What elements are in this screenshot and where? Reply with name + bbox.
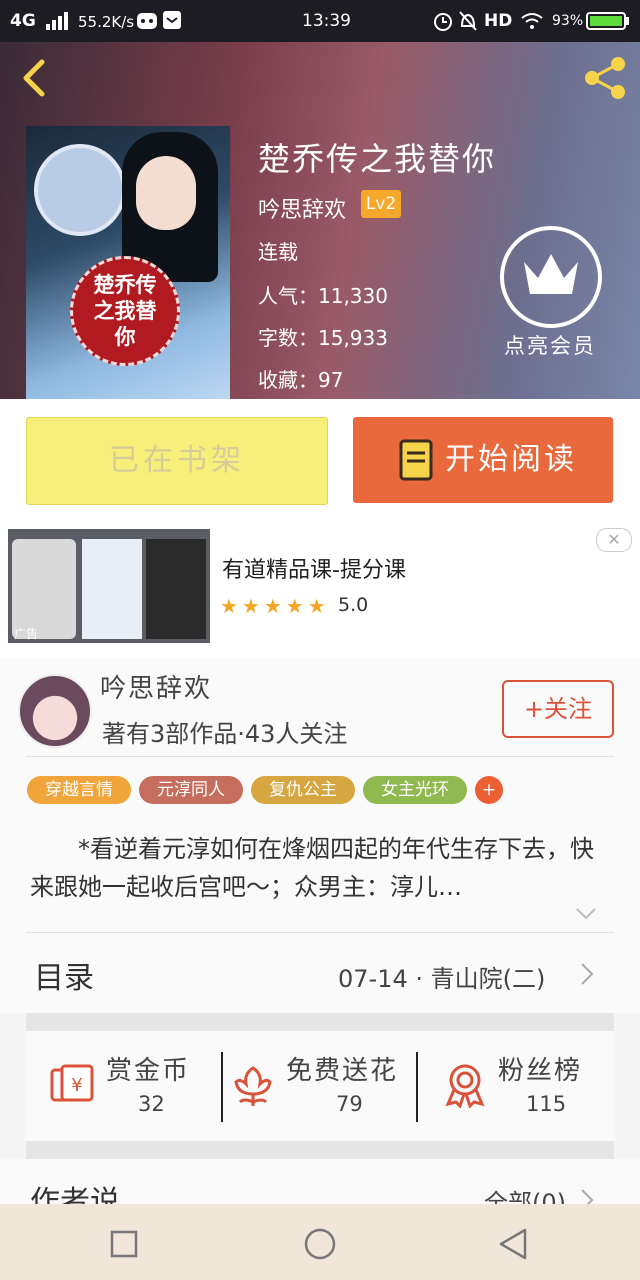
ad-badge: 广告	[14, 627, 39, 641]
start-reading-label: 开始阅读	[445, 442, 577, 477]
chevron-left-icon[interactable]	[18, 58, 50, 98]
author-says-row[interactable]: 作者说 全部(0)	[0, 1159, 640, 1204]
tag-chip[interactable]: 穿越言情	[27, 776, 131, 804]
coin-envelope-icon: ¥	[50, 1064, 94, 1102]
mute-bell-icon	[459, 11, 477, 31]
start-reading-button[interactable]: 开始阅读	[353, 417, 613, 503]
member-crown-button[interactable]	[500, 226, 602, 328]
book-cover[interactable]: 楚乔传之我替你	[26, 126, 230, 399]
cover-seal: 楚乔传之我替你	[70, 256, 180, 366]
follow-button[interactable]: +关注	[502, 680, 614, 738]
divider	[26, 756, 614, 757]
clock: 13:39	[302, 11, 351, 31]
book-description[interactable]: *看逆着元淳如何在烽烟四起的年代生存下去，快来跟她一起收后宫吧～；众男主：淳儿…	[30, 830, 614, 906]
ad-phone-frame	[12, 539, 76, 639]
ad-close-icon[interactable]: ✕	[596, 528, 632, 552]
avatar[interactable]	[18, 674, 92, 748]
hd-indicator: HD	[484, 11, 513, 31]
ad-rating-value: 5.0	[338, 594, 369, 616]
ad-thumbnail[interactable]: 广告	[8, 529, 210, 643]
share-icon[interactable]	[582, 54, 630, 102]
book-status: 连载	[258, 240, 298, 264]
member-label[interactable]: 点亮会员	[504, 330, 596, 360]
alarm-icon	[434, 13, 452, 31]
chevron-down-icon[interactable]	[574, 906, 598, 922]
back-triangle-icon[interactable]	[497, 1227, 529, 1261]
book-icon	[399, 439, 433, 481]
ad-star-rating: ★★★★★	[220, 594, 330, 618]
book-title: 楚乔传之我替你	[258, 140, 497, 178]
recent-apps-icon[interactable]	[110, 1230, 138, 1258]
ad-title[interactable]: 有道精品课-提分课	[222, 552, 406, 584]
cover-title: 楚乔传之我替你	[93, 273, 157, 349]
ad-banner[interactable]: 广告 有道精品课-提分课 ★★★★★ 5.0 ✕	[0, 520, 640, 658]
author-name[interactable]: 吟思辞欢	[258, 192, 346, 224]
stat-label: 粉丝榜	[498, 1056, 583, 1086]
wifi-icon	[521, 13, 543, 29]
book-popularity: 人气：11,330	[258, 284, 388, 308]
stat-value: 115	[526, 1092, 567, 1116]
svg-text:¥: ¥	[71, 1075, 82, 1096]
stat-value: 32	[138, 1092, 165, 1116]
medal-icon	[445, 1064, 485, 1108]
book-favorites: 收藏：97	[258, 368, 344, 392]
cover-face	[136, 156, 196, 230]
status-bar: 4G 55.2K/s 13:39 HD 93%	[0, 0, 640, 42]
chevron-right-icon	[581, 1189, 594, 1204]
author-summary: 著有3部作品·43人关注	[102, 720, 348, 748]
author-card-name[interactable]: 吟思辞欢	[100, 668, 212, 705]
section-gap	[26, 1013, 614, 1031]
cover-fan	[34, 144, 126, 236]
chevron-right-icon	[581, 963, 594, 985]
stat-label: 免费送花	[286, 1056, 399, 1086]
book-header: 楚乔传之我替你 楚乔传之我替你 吟思辞欢 Lv2 连载 人气：11,330 字数…	[0, 42, 640, 399]
ad-person-frame	[82, 539, 142, 639]
catalog-row[interactable]: 目录 07-14 · 青山院(二)	[0, 933, 640, 1013]
network-speed: 55.2K/s	[78, 13, 135, 31]
flower-icon	[234, 1066, 272, 1106]
in-shelf-button[interactable]: 已在书架	[26, 417, 328, 505]
divider	[416, 1052, 418, 1122]
tag-chip[interactable]: 女主光环	[363, 776, 467, 804]
stat-label: 赏金币	[106, 1056, 191, 1086]
message-app-icon	[163, 11, 181, 29]
home-icon[interactable]	[303, 1227, 337, 1261]
book-word-count: 字数：15,933	[258, 326, 388, 350]
author-says-title: 作者说	[30, 1185, 120, 1204]
catalog-latest-chapter: 07-14 · 青山院(二)	[338, 965, 546, 993]
level-badge: Lv2	[361, 190, 401, 218]
battery-icon	[586, 12, 629, 30]
stat-value: 79	[336, 1092, 363, 1116]
crown-icon	[524, 254, 578, 294]
section-gap	[26, 1141, 614, 1159]
divider	[221, 1052, 223, 1122]
author-says-all: 全部(0)	[484, 1189, 566, 1204]
system-nav-bar	[0, 1204, 640, 1280]
signal-icon	[46, 12, 68, 30]
network-type: 4G	[10, 11, 36, 31]
ad-car-frame	[146, 539, 206, 639]
tag-chip[interactable]: 复仇公主	[251, 776, 355, 804]
battery-percent: 93%	[552, 13, 584, 29]
more-tags-button[interactable]: +	[475, 776, 503, 804]
tag-chip[interactable]: 元淳同人	[139, 776, 243, 804]
catalog-title: 目录	[34, 961, 94, 996]
cat-app-icon	[137, 13, 157, 29]
